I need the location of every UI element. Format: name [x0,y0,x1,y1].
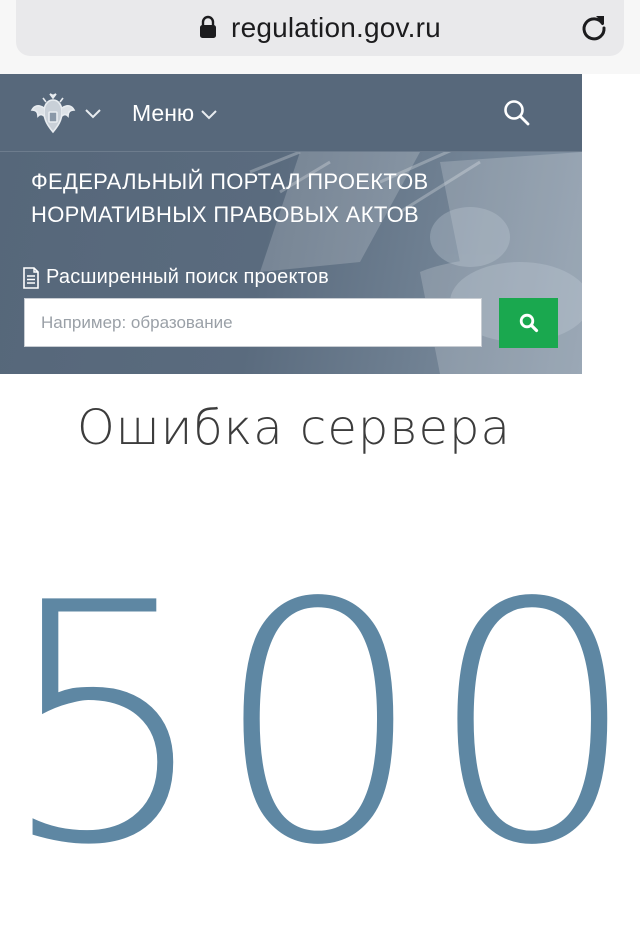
browser-toolbar: regulation.gov.ru [0,0,640,74]
nav-bar: Меню [0,74,582,152]
url-text: regulation.gov.ru [231,12,441,43]
error-title: Ошибка сервера [77,400,511,456]
page: regulation.gov.ru Меню ФЕДЕРАЛЬНЫЙ ПОРТА… [0,0,640,925]
search-icon [519,313,538,333]
lock-icon [200,15,217,38]
error-code: 500 [0,533,640,917]
chevron-down-icon [201,110,217,120]
address-bar[interactable]: regulation.gov.ru [16,0,624,56]
search-input[interactable] [24,298,482,347]
advanced-search-label: Расширенный поиск проектов [46,266,329,288]
emblem-icon[interactable] [30,92,76,136]
reload-icon[interactable] [578,11,610,43]
search-button[interactable] [499,298,558,348]
search-icon[interactable] [502,98,532,128]
document-icon [23,266,39,289]
menu-label: Меню [132,99,195,126]
site-header: Меню ФЕДЕРАЛЬНЫЙ ПОРТАЛ ПРОЕКТОВ НОРМАТИ… [0,74,582,374]
chevron-down-icon[interactable] [84,106,102,120]
url-display[interactable]: regulation.gov.ru [16,10,624,46]
portal-title-line-2: НОРМАТИВНЫХ ПРАВОВЫХ АКТОВ [31,202,419,227]
advanced-search-link[interactable]: Расширенный поиск проектов [22,266,329,289]
portal-title: ФЕДЕРАЛЬНЫЙ ПОРТАЛ ПРОЕКТОВ НОРМАТИВНЫХ … [31,165,491,231]
portal-title-line-1: ФЕДЕРАЛЬНЫЙ ПОРТАЛ ПРОЕКТОВ [31,169,429,194]
menu-button[interactable]: Меню [132,96,218,130]
